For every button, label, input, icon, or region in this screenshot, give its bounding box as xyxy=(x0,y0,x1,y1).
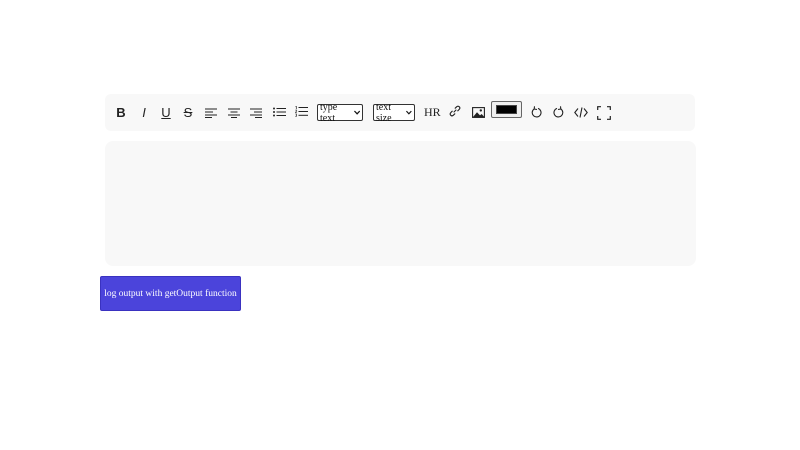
fullscreen-icon xyxy=(597,105,611,120)
unordered-list-button[interactable] xyxy=(271,93,287,130)
text-color-swatch xyxy=(496,105,517,114)
bold-icon: B xyxy=(116,105,126,120)
image-icon xyxy=(471,107,485,118)
insert-link-button[interactable] xyxy=(447,92,463,129)
page: B I U S type text text size HR log outpu… xyxy=(0,0,800,450)
redo-icon xyxy=(553,105,564,117)
strikethrough-button[interactable]: S xyxy=(180,94,196,131)
align-left-icon xyxy=(205,108,217,118)
align-center-icon xyxy=(228,108,240,118)
undo-icon xyxy=(531,105,542,117)
ordered-list-icon xyxy=(294,106,308,117)
horizontal-rule-button[interactable]: HR xyxy=(424,94,441,131)
ordered-list-button[interactable] xyxy=(293,93,309,130)
text-size-select-value: text size xyxy=(376,101,392,124)
fullscreen-button[interactable] xyxy=(596,94,612,131)
align-left-button[interactable] xyxy=(203,94,219,131)
italic-button[interactable]: I xyxy=(136,94,152,131)
source-code-button[interactable] xyxy=(573,94,589,131)
link-icon xyxy=(449,105,461,116)
redo-button[interactable] xyxy=(551,93,566,130)
strikethrough-icon: S xyxy=(183,105,193,120)
align-right-icon xyxy=(250,108,262,118)
text-size-select[interactable]: text size xyxy=(373,101,415,124)
chevron-down-icon xyxy=(406,110,412,115)
align-center-button[interactable] xyxy=(226,94,242,131)
text-type-select-value: type text xyxy=(320,101,338,124)
undo-button[interactable] xyxy=(529,93,544,130)
insert-image-button[interactable] xyxy=(470,94,486,131)
log-output-button-label: log output with getOutput function xyxy=(104,288,237,299)
unordered-list-icon xyxy=(272,107,286,116)
editor-content-area[interactable] xyxy=(105,141,696,266)
bold-button[interactable]: B xyxy=(113,94,129,131)
underline-button[interactable]: U xyxy=(158,94,174,131)
align-right-button[interactable] xyxy=(248,94,264,131)
code-icon xyxy=(574,107,588,118)
log-output-button[interactable]: log output with getOutput function xyxy=(100,276,241,311)
text-color-picker[interactable] xyxy=(491,101,522,118)
text-type-select[interactable]: type text xyxy=(317,101,363,124)
underline-icon: U xyxy=(161,105,171,120)
italic-icon: I xyxy=(142,105,146,120)
chevron-down-icon xyxy=(353,110,360,115)
horizontal-rule-label: HR xyxy=(424,105,441,119)
